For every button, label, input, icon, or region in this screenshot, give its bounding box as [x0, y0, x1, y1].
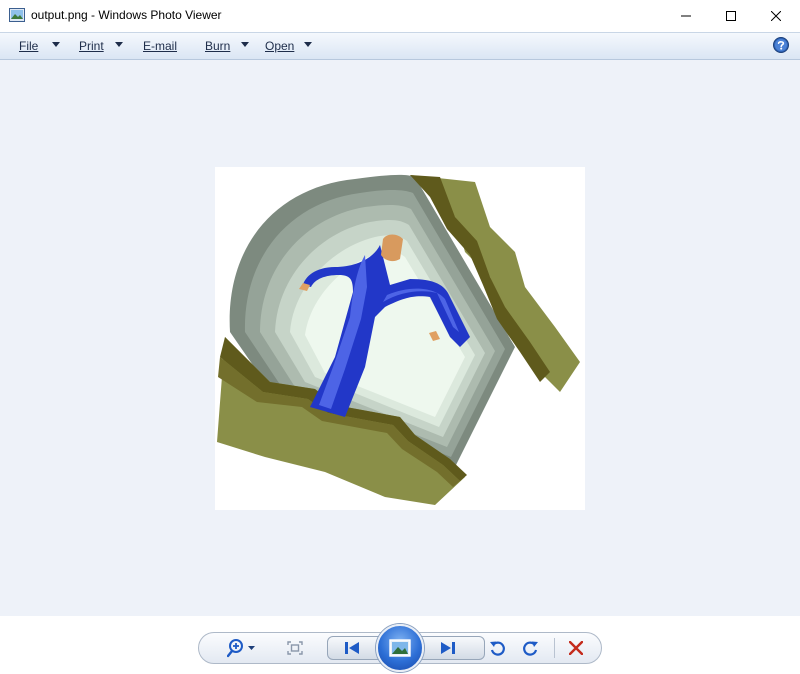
delete-button[interactable] [565, 637, 587, 659]
menu-print[interactable]: Print [79, 39, 104, 55]
title-bar: output.png - Windows Photo Viewer [0, 0, 800, 32]
next-icon [441, 642, 455, 654]
window-title: output.png - Windows Photo Viewer [31, 8, 222, 22]
help-icon[interactable] [773, 37, 789, 53]
print-dropdown-icon[interactable] [115, 42, 123, 47]
actual-size-icon [287, 641, 303, 655]
close-button[interactable] [753, 0, 799, 31]
photo-viewer-app-icon [9, 8, 25, 22]
previous-button[interactable] [332, 637, 372, 659]
rotate-counterclockwise-icon [490, 641, 505, 656]
minimize-icon [681, 15, 691, 16]
menu-burn[interactable]: Burn [205, 39, 230, 55]
next-button[interactable] [428, 637, 468, 659]
maximize-icon [726, 10, 736, 21]
slideshow-icon [389, 639, 411, 657]
menu-open-label: Open [265, 39, 295, 53]
menu-file[interactable]: File [19, 39, 38, 55]
menu-bar: File Print E-mail Burn Open [0, 32, 800, 60]
file-dropdown-icon[interactable] [52, 42, 60, 47]
rotate-clockwise-button[interactable] [520, 637, 542, 659]
menu-open[interactable]: Open [265, 39, 294, 55]
open-dropdown-icon[interactable] [304, 42, 312, 47]
slideshow-button[interactable] [376, 624, 424, 672]
menu-email-label: E-mail [143, 39, 178, 53]
minimize-button[interactable] [663, 0, 709, 31]
toolbar-separator [554, 638, 555, 658]
menu-burn-label: Burn [205, 39, 231, 53]
delete-icon [569, 641, 583, 655]
menu-print-label: Print [79, 39, 104, 53]
menu-email[interactable]: E-mail [143, 39, 177, 55]
rotate-counterclockwise-button[interactable] [486, 637, 508, 659]
maximize-button[interactable] [708, 0, 754, 31]
zoom-button[interactable] [224, 637, 260, 659]
displayed-image [215, 167, 585, 510]
previous-icon [345, 642, 359, 654]
burn-dropdown-icon[interactable] [241, 42, 249, 47]
menu-file-label: File [19, 39, 39, 53]
zoom-icon [227, 639, 255, 658]
close-icon [771, 10, 781, 21]
rotate-clockwise-icon [523, 641, 538, 656]
actual-size-button[interactable] [284, 637, 306, 659]
